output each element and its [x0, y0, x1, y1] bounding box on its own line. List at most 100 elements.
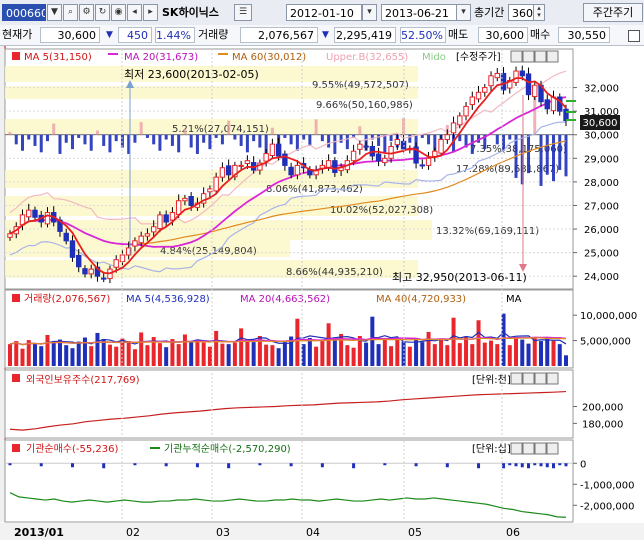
- refresh-icon[interactable]: ↻: [95, 4, 110, 21]
- x-tick-label: 05: [408, 526, 422, 539]
- volume-ma-legend: MA: [506, 294, 522, 305]
- candle-body: [419, 164, 426, 167]
- volume-bar: [526, 343, 531, 366]
- volume-bar: [564, 355, 568, 366]
- ma20-legend: MA 20(31,673): [124, 52, 198, 63]
- volume-bar: [39, 346, 44, 366]
- stock-code-input[interactable]: 000660: [2, 4, 46, 21]
- price-tick-label: 28,000: [584, 178, 619, 189]
- weekly-button[interactable]: 주간주기: [583, 3, 643, 22]
- overlay-bar: [27, 134, 31, 140]
- next-icon[interactable]: ▸: [143, 4, 158, 21]
- inst-bar: [477, 463, 481, 469]
- candle-body: [113, 259, 119, 268]
- end-date-input[interactable]: 2013-06-21: [381, 4, 457, 21]
- volume-bar: [95, 332, 100, 366]
- dropdown-icon[interactable]: ▼: [47, 4, 62, 21]
- high-annotation: 최고 32,950(2013-06-11): [392, 271, 527, 284]
- volume-bar: [226, 344, 231, 366]
- checkbox[interactable]: [628, 30, 640, 42]
- overlay-bar: [208, 134, 212, 150]
- overlay-bar: [227, 120, 231, 135]
- volume-bar: [201, 342, 206, 366]
- candle-body: [7, 233, 13, 238]
- volume-bar: [520, 339, 525, 366]
- ma5-legend: MA 5(31,150): [24, 52, 92, 63]
- start-date-input[interactable]: 2012-01-10: [286, 4, 362, 21]
- volume-bar: [57, 339, 62, 366]
- volume-bar: [8, 344, 12, 366]
- candle-body: [469, 96, 475, 106]
- overlay-bar: [220, 134, 224, 145]
- overlay-bar: [252, 134, 256, 142]
- volume-bar: [545, 338, 550, 366]
- list-icon[interactable]: ☰: [234, 4, 252, 21]
- inst-bar: [564, 463, 568, 467]
- inst-bar: [545, 463, 549, 468]
- buy-label: 매수: [530, 28, 551, 41]
- overlay-bar: [258, 134, 262, 148]
- start-date-dropdown-icon[interactable]: ▾: [362, 4, 377, 21]
- volume-legend: 거래량(2,076,567) MA 5(4,536,928) MA 20(4,6…: [12, 293, 522, 305]
- overlay-bar: [545, 134, 549, 175]
- candle-body: [263, 153, 269, 162]
- search-icon[interactable]: ⌕: [63, 4, 78, 21]
- inst-bar: [133, 463, 137, 466]
- volume-bar: [114, 346, 119, 366]
- overlay-bar: [145, 134, 149, 138]
- current-price-tag-label: 30,600: [583, 118, 618, 129]
- prev-icon[interactable]: ◂: [127, 4, 142, 21]
- overlay-bar: [470, 134, 474, 154]
- eye-icon[interactable]: ◉: [111, 4, 126, 21]
- price-tick-label: 30,000: [584, 131, 619, 142]
- candle-body: [519, 70, 525, 77]
- foreign-unit: [단위:천]: [472, 373, 511, 386]
- inst-bar: [527, 463, 531, 469]
- sell-price: 30,600: [478, 27, 528, 43]
- candle-body: [26, 209, 32, 218]
- inst-bar: [8, 463, 12, 466]
- candle-body: [88, 268, 94, 275]
- volume-bar: [351, 347, 356, 366]
- price-tick-label: 24,000: [584, 272, 619, 283]
- volume-bar: [170, 339, 175, 366]
- volume-bar: [51, 342, 56, 366]
- candle-body: [207, 188, 213, 193]
- fib-label: 17.28%(89,681,867): [456, 164, 559, 175]
- change-percent: 1.44%: [155, 27, 195, 43]
- overlay-bar: [508, 134, 512, 140]
- candle-body: [563, 108, 569, 122]
- foreign-tick-label: 200,000: [582, 403, 623, 414]
- volume-bar: [195, 340, 200, 366]
- volume-bar: [364, 342, 369, 366]
- candle-body: [463, 105, 469, 117]
- volume-bar: [414, 339, 419, 366]
- volume-bar: [345, 345, 350, 366]
- price-tick-label: 32,000: [584, 84, 619, 95]
- overlay-bar: [164, 134, 168, 140]
- candle-body: [325, 160, 332, 168]
- volume-bar: [507, 345, 512, 366]
- volume-bar: [307, 338, 312, 366]
- candle-body: [157, 214, 163, 230]
- inst-panel-buttons: [510, 442, 559, 455]
- volume-bar: [457, 343, 462, 366]
- overlay-bar: [289, 134, 293, 145]
- end-date-dropdown-icon[interactable]: ▾: [456, 4, 471, 21]
- volume-label: 거래량: [198, 28, 229, 41]
- period-stepper[interactable]: ▴ ▾: [533, 4, 545, 21]
- candle-body: [175, 200, 182, 215]
- volume-tick-label: 5,000,000: [580, 337, 631, 348]
- gear-icon[interactable]: ⚙: [79, 4, 94, 21]
- volume-bar: [476, 320, 481, 366]
- stock-name: SK하이닉스: [162, 6, 219, 19]
- candle-body: [188, 196, 194, 206]
- inst-bar: [558, 463, 562, 466]
- stock-chart[interactable]: 9.55%(49,572,507) 9.66%(50,160,986) 5.21%(…: [0, 46, 644, 540]
- volume-bar: [232, 342, 237, 366]
- price-label: 현재가: [2, 28, 33, 41]
- volume-bar: [332, 339, 337, 366]
- volume-bar: [157, 343, 162, 366]
- panel-move-button: [534, 50, 547, 63]
- period-input[interactable]: 360: [508, 4, 534, 21]
